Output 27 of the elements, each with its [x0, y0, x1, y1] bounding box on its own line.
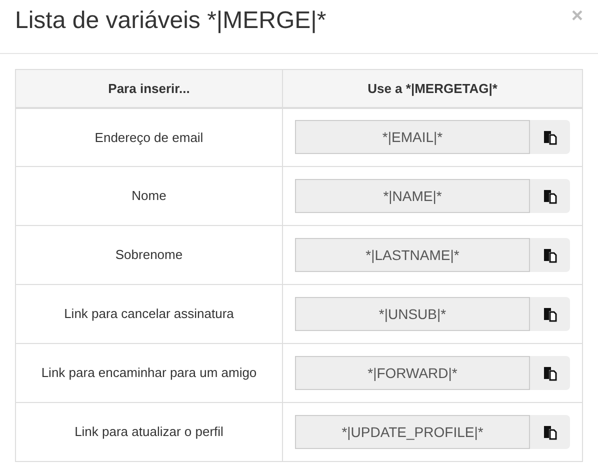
tag-field[interactable]: *|LASTNAME|*	[295, 238, 530, 272]
table-cell: Endereço de email	[16, 108, 282, 166]
copy-icon	[543, 306, 557, 322]
table-cell: Link para cancelar assinatura	[16, 284, 282, 344]
tag-field[interactable]: *|NAME|*	[295, 179, 530, 213]
copy-button[interactable]	[530, 179, 570, 213]
column-header: Para inserir...	[16, 70, 282, 108]
table-cell: Nome	[16, 166, 282, 226]
copy-icon	[543, 130, 557, 145]
tag-field[interactable]: *|UPDATE_PROFILE|*	[295, 415, 530, 449]
copy-button[interactable]	[530, 415, 570, 449]
copy-button[interactable]	[530, 120, 570, 154]
tag-field[interactable]: *|FORWARD|*	[295, 356, 530, 390]
column-header: Use a *|MERGETAG|*	[282, 70, 582, 108]
table-cell: Link para atualizar o perfil	[16, 402, 282, 462]
copy-icon	[543, 424, 557, 440]
copy-icon	[543, 248, 557, 262]
copy-icon	[543, 188, 557, 204]
copy-button[interactable]	[530, 356, 570, 390]
copy-button[interactable]	[530, 238, 570, 272]
copy-icon	[543, 366, 557, 380]
table-cell: Link para encaminhar para um amigo	[16, 344, 282, 402]
copy-button[interactable]	[530, 297, 570, 331]
tag-field[interactable]: *|EMAIL|*	[295, 120, 530, 154]
modal-title: Lista de variáveis *|MERGE|*	[15, 6, 326, 36]
table-cell: Sobrenome	[16, 226, 282, 284]
tag-field[interactable]: *|UNSUB|*	[295, 297, 530, 331]
